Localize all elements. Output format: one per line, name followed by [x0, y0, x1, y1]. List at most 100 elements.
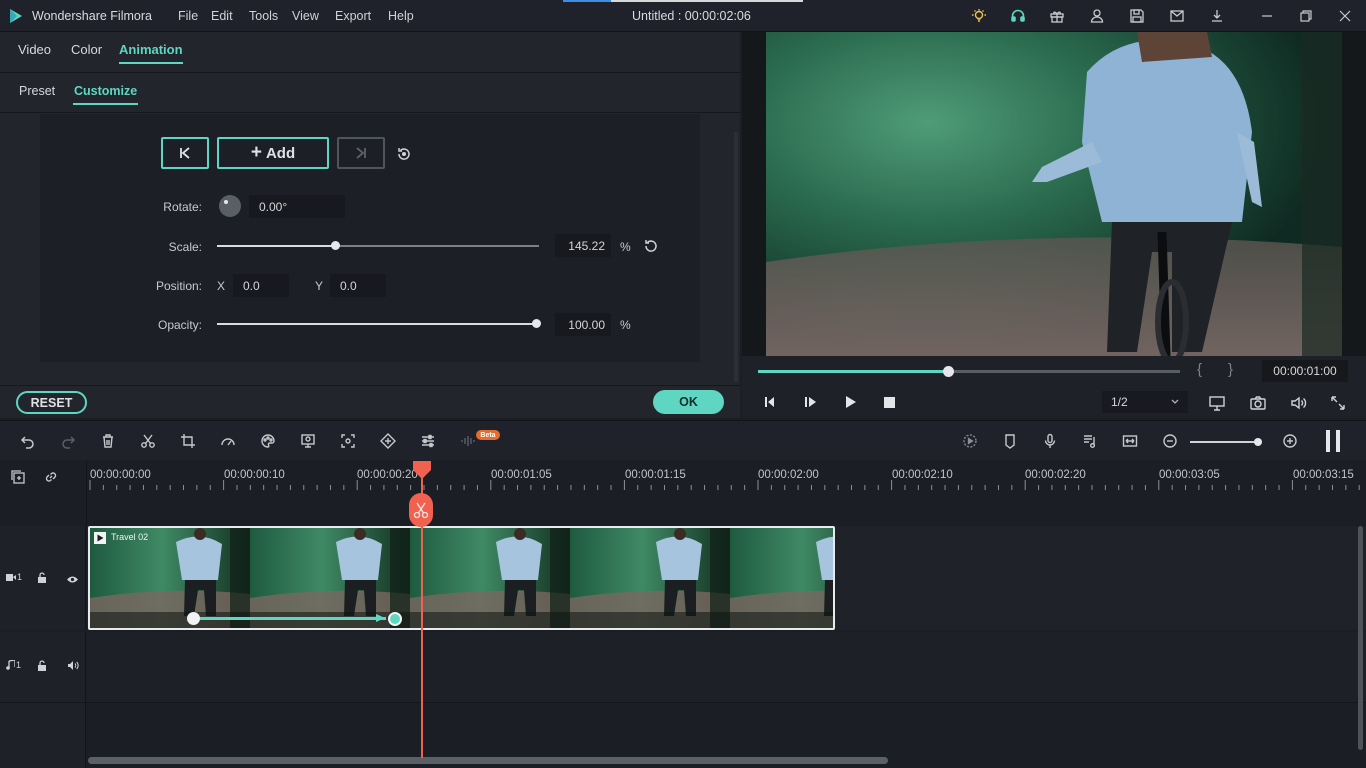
- app-title: Wondershare Filmora: [32, 9, 152, 23]
- animation-arrow-icon: [376, 613, 386, 623]
- redo-icon[interactable]: [58, 431, 78, 451]
- fullscreen-icon[interactable]: [1329, 394, 1347, 412]
- reset-button[interactable]: RESET: [16, 391, 87, 414]
- preview-frame-image: [742, 32, 1366, 356]
- tab-video[interactable]: Video: [18, 42, 51, 57]
- menu-help[interactable]: Help: [388, 9, 414, 23]
- reset-keyframes-icon[interactable]: [396, 146, 412, 162]
- menu-tools[interactable]: Tools: [249, 9, 278, 23]
- download-icon[interactable]: [1208, 7, 1226, 25]
- video-track-icon: [6, 573, 16, 582]
- prev-keyframe-button[interactable]: [161, 137, 209, 169]
- split-icon[interactable]: [138, 431, 158, 451]
- zoom-slider[interactable]: [1190, 441, 1260, 443]
- marker-icon[interactable]: [1000, 431, 1020, 451]
- zoom-slider-knob[interactable]: [1254, 438, 1262, 446]
- previous-frame-icon[interactable]: [762, 395, 776, 409]
- rotate-input[interactable]: 0.00°: [249, 195, 345, 218]
- link-icon[interactable]: [43, 469, 61, 487]
- pause-bar-left[interactable]: [1326, 430, 1330, 452]
- display-icon[interactable]: [1208, 394, 1226, 412]
- stabilize-icon[interactable]: [338, 431, 358, 451]
- opacity-slider-knob[interactable]: [532, 319, 541, 328]
- restore-icon[interactable]: [1297, 7, 1315, 25]
- minimize-icon[interactable]: [1258, 7, 1276, 25]
- tab-animation[interactable]: Animation: [119, 42, 183, 57]
- filmora-logo-icon: [8, 8, 24, 24]
- mail-icon[interactable]: [1168, 7, 1186, 25]
- timeline-horizontal-scrollbar[interactable]: [88, 757, 888, 764]
- animation-path: [194, 617, 386, 620]
- pause-bar-right[interactable]: [1336, 430, 1340, 452]
- split-scissors-button[interactable]: [409, 493, 433, 527]
- timeline-ruler[interactable]: 00:00:00:00 00:00:00:10 00:00:00:20 00:0…: [0, 460, 1366, 526]
- clip-type-icon: [94, 532, 106, 544]
- add-track-icon[interactable]: [10, 469, 28, 487]
- subtab-customize[interactable]: Customize: [74, 84, 137, 98]
- next-keyframe-button[interactable]: [337, 137, 385, 169]
- undo-icon[interactable]: [18, 431, 38, 451]
- headset-icon[interactable]: [1009, 7, 1027, 25]
- zoom-out-icon[interactable]: [1160, 431, 1180, 451]
- playhead-handle-icon[interactable]: [413, 461, 431, 479]
- ruler-ticks: [87, 480, 1366, 492]
- gift-icon[interactable]: [1048, 7, 1066, 25]
- mark-in-button[interactable]: {: [1197, 361, 1202, 378]
- video-clip[interactable]: Travel 02: [88, 526, 835, 630]
- snapshot-icon[interactable]: [1249, 394, 1267, 412]
- subtab-customize-underline: [73, 103, 138, 105]
- tab-color[interactable]: Color: [71, 42, 102, 57]
- menu-file[interactable]: File: [178, 9, 198, 23]
- delete-icon[interactable]: [98, 431, 118, 451]
- close-icon[interactable]: [1336, 7, 1354, 25]
- save-icon[interactable]: [1128, 7, 1146, 25]
- add-keyframe-button[interactable]: + Add: [217, 137, 329, 169]
- eye-icon[interactable]: [66, 573, 79, 582]
- account-icon[interactable]: [1088, 7, 1106, 25]
- playback-progress-fill: [758, 370, 948, 373]
- menu-view[interactable]: View: [292, 9, 319, 23]
- speaker-icon[interactable]: [67, 660, 79, 671]
- speed-icon[interactable]: [218, 431, 238, 451]
- mark-out-button[interactable]: }: [1228, 361, 1233, 378]
- opacity-slider[interactable]: [217, 323, 539, 325]
- render-preview-icon[interactable]: [960, 431, 980, 451]
- video-track-label: 1: [6, 572, 22, 582]
- timeline-vertical-scrollbar[interactable]: [1358, 526, 1363, 750]
- volume-icon[interactable]: [1289, 394, 1307, 412]
- ok-button[interactable]: OK: [653, 390, 724, 414]
- scale-slider-knob[interactable]: [331, 241, 340, 250]
- stop-icon[interactable]: [884, 397, 895, 408]
- lock-icon[interactable]: [37, 572, 47, 583]
- playback-progress-bar[interactable]: [758, 370, 1180, 373]
- zoom-in-icon[interactable]: [1280, 431, 1300, 451]
- audio-lock-icon[interactable]: [37, 660, 47, 671]
- position-x-input[interactable]: 0.0: [233, 274, 289, 297]
- crop-icon[interactable]: [178, 431, 198, 451]
- reset-scale-icon[interactable]: [643, 238, 659, 254]
- color-palette-icon[interactable]: [258, 431, 278, 451]
- position-y-input[interactable]: 0.0: [330, 274, 386, 297]
- end-keyframe-handle[interactable]: [388, 612, 402, 626]
- play-icon[interactable]: [843, 395, 857, 409]
- scale-slider[interactable]: [217, 245, 539, 247]
- adjust-icon[interactable]: [418, 431, 438, 451]
- ruler-scale: 00:00:00:00 00:00:00:10 00:00:00:20 00:0…: [86, 460, 1366, 526]
- start-keyframe-handle[interactable]: [187, 612, 200, 625]
- playback-progress-knob[interactable]: [943, 366, 954, 377]
- menu-edit[interactable]: Edit: [211, 9, 233, 23]
- quality-select[interactable]: 1/2: [1102, 391, 1188, 413]
- subtab-preset[interactable]: Preset: [19, 84, 55, 98]
- menu-export[interactable]: Export: [335, 9, 371, 23]
- bulb-icon[interactable]: [970, 7, 988, 25]
- play-slow-icon[interactable]: [803, 395, 817, 409]
- voiceover-icon[interactable]: [1080, 431, 1100, 451]
- microphone-icon[interactable]: [1040, 431, 1060, 451]
- rotate-dial[interactable]: [219, 195, 241, 217]
- keyframe-icon[interactable]: [378, 431, 398, 451]
- opacity-input[interactable]: 100.00: [555, 313, 611, 336]
- green-screen-icon[interactable]: [298, 431, 318, 451]
- scale-input[interactable]: 145.22: [555, 234, 611, 257]
- fit-timeline-icon[interactable]: [1120, 431, 1140, 451]
- panel-scrollbar[interactable]: [734, 132, 738, 382]
